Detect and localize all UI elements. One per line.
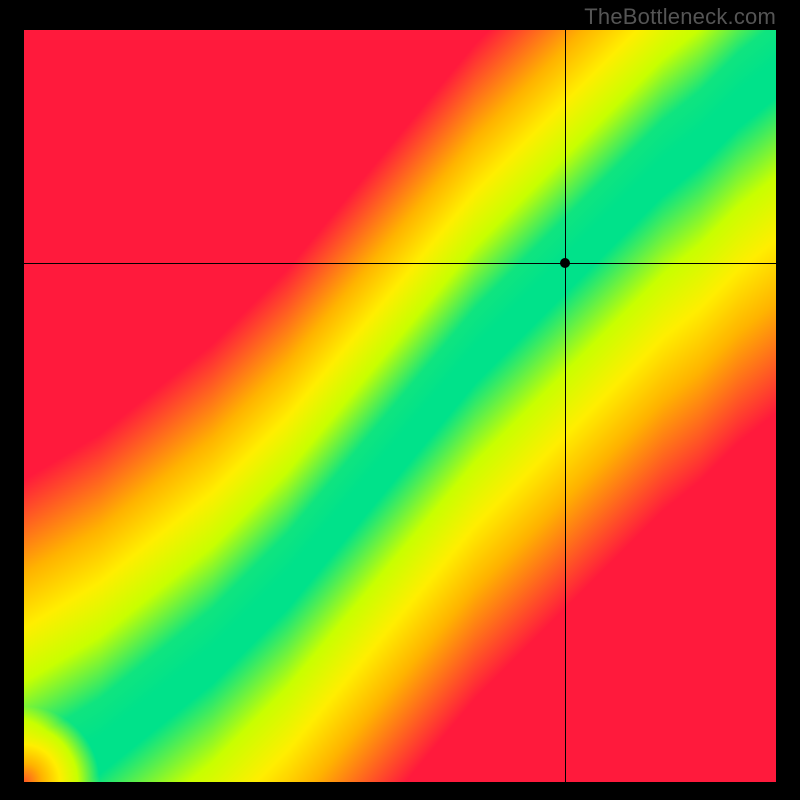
watermark-text: TheBottleneck.com	[584, 4, 776, 30]
crosshair-horizontal	[24, 263, 776, 265]
crosshair-vertical	[565, 30, 567, 782]
heatmap-canvas	[24, 30, 776, 782]
heatmap-plot	[24, 30, 776, 782]
chart-frame: TheBottleneck.com	[0, 0, 800, 800]
